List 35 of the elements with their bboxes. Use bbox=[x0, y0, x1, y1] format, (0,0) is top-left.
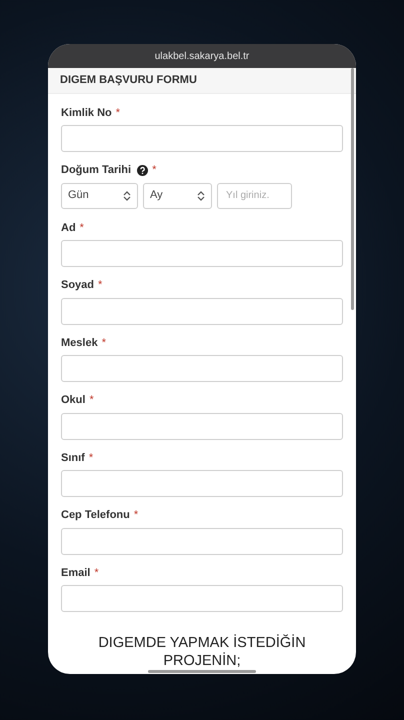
required-mark: * bbox=[102, 336, 106, 351]
required-mark: * bbox=[88, 450, 94, 466]
required-mark: * bbox=[80, 220, 84, 236]
required-mark: * bbox=[89, 393, 94, 408]
field-label: Doğum Tarihi bbox=[61, 163, 132, 178]
text-field[interactable] bbox=[61, 412, 343, 440]
required-mark: * bbox=[94, 566, 99, 581]
text-field[interactable] bbox=[61, 240, 343, 267]
field-label: Meslek bbox=[61, 336, 98, 351]
field-label: Kimlik No bbox=[61, 106, 112, 121]
required-mark: * bbox=[116, 106, 120, 121]
section-heading: DIGEMDE YAPMAK İSTEDİĞİN PROJENİN; bbox=[97, 634, 307, 670]
help-icon bbox=[137, 165, 148, 176]
text-field[interactable] bbox=[61, 470, 343, 497]
field-label: Ad bbox=[61, 220, 76, 236]
text-field[interactable] bbox=[61, 355, 343, 382]
field-label: Cep Telefonu bbox=[61, 508, 130, 524]
month-select[interactable]: Ay bbox=[143, 182, 212, 208]
required-mark: * bbox=[152, 163, 156, 178]
chevron-icon bbox=[123, 190, 131, 200]
year-field[interactable]: Yıl giriniz. bbox=[217, 182, 292, 208]
chevron-icon bbox=[197, 190, 205, 200]
field-label: Okul bbox=[61, 393, 86, 408]
text-field[interactable] bbox=[61, 298, 343, 324]
text-field[interactable] bbox=[61, 585, 343, 612]
required-mark: * bbox=[134, 508, 138, 524]
text-field[interactable] bbox=[61, 125, 343, 152]
field-label: Sınıf bbox=[61, 450, 85, 466]
field-label: Email bbox=[61, 566, 90, 581]
form-title: DIGEM BAŞVURU FORMU bbox=[60, 73, 197, 88]
required-mark: * bbox=[98, 278, 102, 294]
field-label: Soyad bbox=[61, 278, 94, 294]
day-select[interactable]: Gün bbox=[61, 182, 138, 208]
text-field[interactable] bbox=[61, 528, 343, 554]
url-text[interactable]: ulakbel.sakarya.bel.tr bbox=[154, 48, 250, 64]
